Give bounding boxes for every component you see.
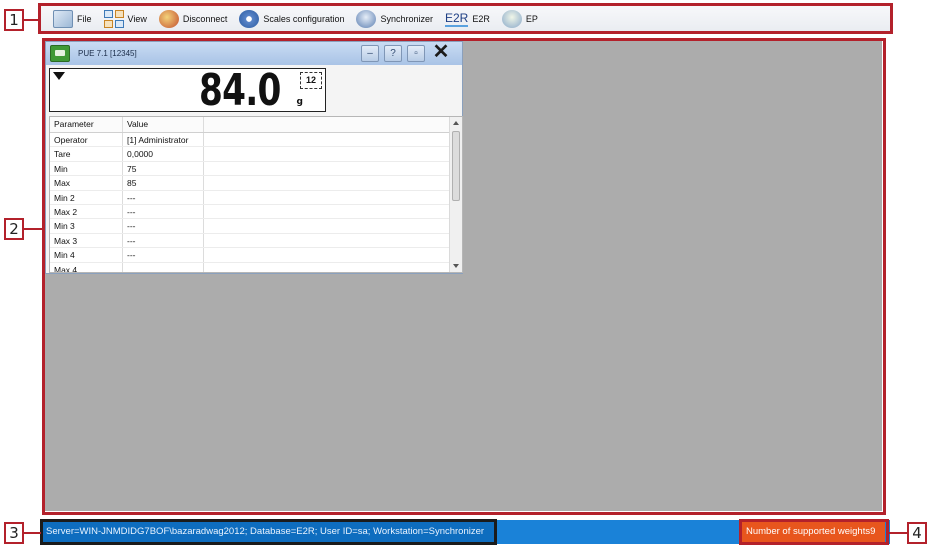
expand-icon[interactable]: ✕ <box>430 42 452 62</box>
synchronizer-button[interactable]: Synchronizer <box>350 7 439 31</box>
e2r-label: E2R <box>472 14 490 24</box>
blank-cell <box>204 191 462 204</box>
scroll-down-icon[interactable] <box>453 264 459 268</box>
table-row[interactable]: Max 4 <box>50 262 462 272</box>
view-label: View <box>127 14 147 24</box>
gear-icon <box>239 10 260 28</box>
scroll-up-icon[interactable] <box>453 121 459 125</box>
table-row[interactable]: Min 75 <box>50 161 462 177</box>
column-header-value[interactable]: Value <box>123 117 204 132</box>
disconnect-label: Disconnect <box>182 14 228 24</box>
callout-3: 3 <box>4 522 24 544</box>
stable-indicator-icon <box>53 72 65 80</box>
table-row[interactable]: Operator [1] Administrator <box>50 133 462 148</box>
callout-1-connector <box>24 19 39 21</box>
e2r-button[interactable]: E2R E2R <box>439 7 496 31</box>
ep-label: EP <box>525 14 538 24</box>
scale-window[interactable]: PUE 7.1 [12345] – ? ▫ ✕ 84.0 g 12 Parame… <box>45 41 463 274</box>
table-row[interactable]: Tare 0,0000 <box>50 147 462 162</box>
help-button[interactable]: ? <box>384 45 402 62</box>
synchronizer-icon <box>356 10 377 28</box>
weight-display: 84.0 g 12 <box>49 65 326 116</box>
callout-1: 1 <box>4 9 24 31</box>
callout-2: 2 <box>4 218 24 240</box>
parameter-cell: Min <box>50 161 123 176</box>
value-cell: 85 <box>123 176 204 190</box>
callout-3-connector <box>24 532 41 534</box>
app-window: File View Disconnect Scales configuratio… <box>0 0 931 547</box>
blank-cell <box>204 147 462 160</box>
blank-cell <box>204 162 462 175</box>
parameter-cell: Min 2 <box>50 190 123 204</box>
parameter-cell: Operator <box>50 133 123 147</box>
parameter-cell: Tare <box>50 147 123 161</box>
table-row[interactable]: Min 2 --- <box>50 190 462 205</box>
scales-configuration-label: Scales configuration <box>263 14 345 24</box>
ep-icon <box>501 10 522 28</box>
connection-status: Server=WIN-JNMDIDG7BOF\bazaradwag2012; D… <box>43 522 495 542</box>
value-cell: [1] Administrator <box>123 133 204 147</box>
value-cell: 75 <box>123 161 204 176</box>
value-cell: --- <box>123 190 204 204</box>
value-cell: 0,0000 <box>123 147 204 161</box>
table-row[interactable]: Max 85 <box>50 176 462 191</box>
blank-cell <box>204 176 462 189</box>
scale-window-buttons: – ? ▫ ✕ <box>361 42 452 62</box>
view-icon <box>103 10 124 28</box>
parameter-cell: Max 3 <box>50 233 123 248</box>
weight-value: 84.0 <box>199 65 281 116</box>
parameter-cell: Min 3 <box>50 219 123 233</box>
table-row[interactable]: Max 3 --- <box>50 233 462 249</box>
parameter-cell: Max 4 <box>50 262 123 272</box>
blank-cell <box>204 219 462 232</box>
table-row[interactable]: Max 2 --- <box>50 204 462 220</box>
ep-button[interactable]: EP <box>496 7 544 31</box>
file-label: File <box>77 14 92 24</box>
restore-button[interactable]: ▫ <box>407 45 425 62</box>
scale-window-titlebar[interactable]: PUE 7.1 [12345] – ? ▫ ✕ <box>46 42 462 65</box>
blank-cell <box>204 133 462 146</box>
blank-cell <box>204 263 462 272</box>
view-button[interactable]: View <box>98 7 153 31</box>
file-button[interactable]: File <box>47 7 98 31</box>
scale-icon <box>50 45 70 62</box>
grid-scrollbar[interactable] <box>449 117 462 272</box>
disconnect-button[interactable]: Disconnect <box>153 7 234 31</box>
value-cell: --- <box>123 219 204 233</box>
value-cell: --- <box>123 248 204 262</box>
callout-4: 4 <box>907 522 927 544</box>
grid-header: Parameter Value <box>50 117 462 133</box>
parameter-cell: Min 4 <box>50 248 123 262</box>
column-header-blank <box>204 117 462 132</box>
supported-weights-status: Number of supported weights9 <box>742 522 885 542</box>
table-row[interactable]: Min 3 --- <box>50 219 462 234</box>
callout-4-connector <box>889 532 907 534</box>
blank-cell <box>204 205 462 218</box>
parameter-cell: Max 2 <box>50 204 123 219</box>
parameters-grid: Parameter Value Operator [1] Administrato… <box>49 116 463 273</box>
disconnect-icon <box>158 10 179 28</box>
scales-configuration-button[interactable]: Scales configuration <box>233 7 350 31</box>
value-cell <box>123 262 204 272</box>
table-row[interactable]: Min 4 --- <box>50 248 462 263</box>
callout-2-connector <box>24 228 43 230</box>
synchronizer-label: Synchronizer <box>380 14 433 24</box>
main-toolbar: File View Disconnect Scales configuratio… <box>41 6 890 33</box>
blank-cell <box>204 234 462 247</box>
column-header-parameter[interactable]: Parameter <box>50 117 123 132</box>
minimize-button[interactable]: – <box>361 45 379 62</box>
grid-body: Operator [1] Administrator Tare 0,0000 Min 75… <box>50 133 462 272</box>
parameter-cell: Max <box>50 176 123 190</box>
value-cell: --- <box>123 204 204 219</box>
scroll-thumb[interactable] <box>452 131 460 201</box>
value-cell: --- <box>123 233 204 248</box>
weight-unit: g <box>296 97 303 107</box>
e2r-icon: E2R <box>445 10 469 27</box>
file-icon <box>53 10 73 28</box>
range-indicator: 12 <box>300 72 322 89</box>
blank-cell <box>204 248 462 261</box>
scale-window-title: PUE 7.1 [12345] <box>78 49 137 58</box>
